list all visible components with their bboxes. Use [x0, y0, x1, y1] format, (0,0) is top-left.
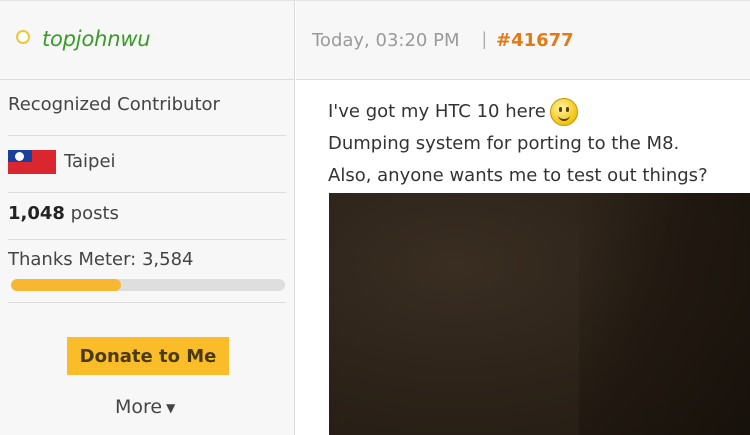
- posts-label: posts: [70, 203, 119, 224]
- location-row: Taipei: [8, 136, 286, 193]
- post-image[interactable]: [329, 193, 750, 435]
- location-text: Taipei: [64, 151, 116, 172]
- thanks-row: Thanks Meter: 3,584: [8, 240, 286, 303]
- user-header: topjohnwu: [0, 1, 295, 80]
- username-link[interactable]: topjohnwu: [42, 27, 151, 51]
- posts-count: 1,048: [8, 203, 65, 224]
- thanks-meter-bar: [11, 279, 285, 291]
- thanks-meter-fill: [11, 279, 121, 291]
- post-date: Today, 03:20 PM: [312, 30, 460, 51]
- header-separator: |: [482, 29, 487, 49]
- donate-button[interactable]: Donate to Me: [67, 337, 229, 375]
- smiley-icon: [549, 98, 578, 126]
- taiwan-flag-icon: [8, 150, 56, 174]
- more-dropdown[interactable]: More ▼: [115, 396, 175, 418]
- thanks-meter-label: Thanks Meter: 3,584: [8, 249, 194, 270]
- status-circle-icon: [16, 30, 30, 44]
- caret-down-icon: ▼: [166, 400, 176, 415]
- post-number-link[interactable]: #41677: [496, 30, 574, 51]
- post-line: Dumping system for porting to the M8.: [328, 133, 680, 154]
- user-title: Recognized Contributor: [8, 94, 220, 115]
- post-message: I've got my HTC 10 here Dumping system f…: [328, 96, 748, 192]
- posts-row: 1,048 posts: [8, 193, 286, 240]
- post-header: Today, 03:20 PM | #41677: [296, 1, 750, 80]
- user-title-row: Recognized Contributor: [8, 94, 286, 136]
- post-line: Also, anyone wants me to test out things…: [328, 165, 708, 186]
- post-line: I've got my HTC 10 here: [328, 96, 748, 128]
- user-info-panel: Recognized Contributor Taipei 1,048 post…: [0, 80, 295, 435]
- more-label: More: [115, 396, 163, 418]
